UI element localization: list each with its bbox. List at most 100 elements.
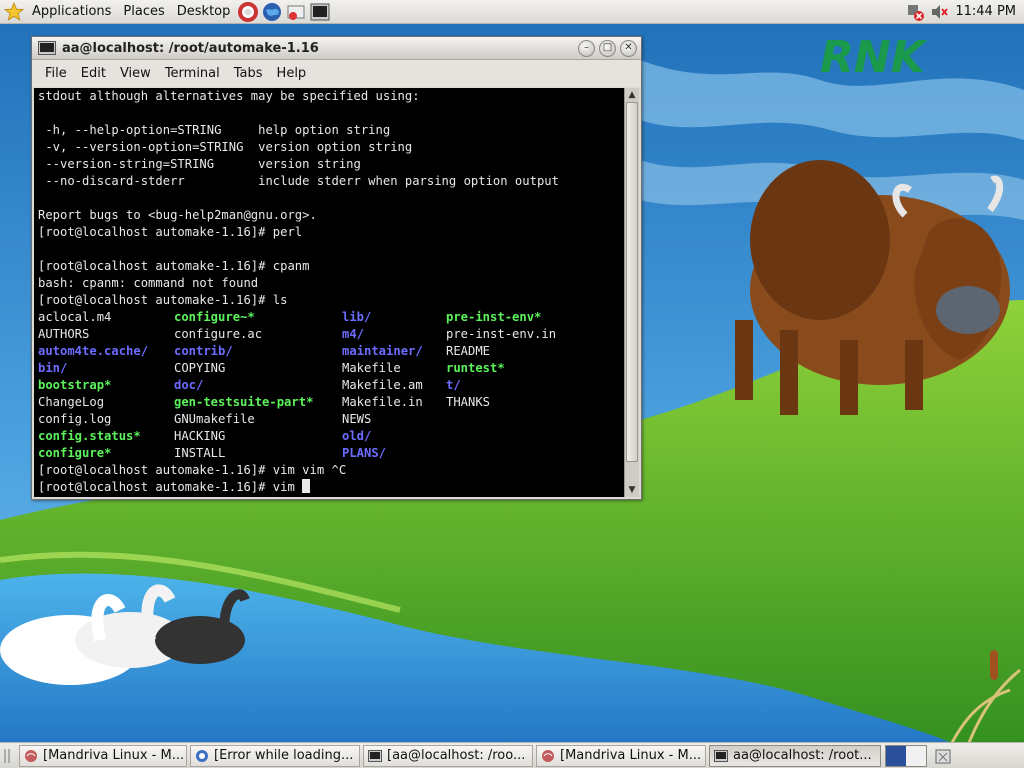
workspace-1[interactable] xyxy=(886,745,906,766)
ls-file-entry: config.log xyxy=(38,412,112,426)
ls-row: AUTHORS configure.ac m4/pre-inst-env.in xyxy=(38,326,624,343)
volume-muted-icon[interactable] xyxy=(929,2,949,22)
browser-icon xyxy=(542,749,554,762)
scrollbar-thumb[interactable] xyxy=(626,102,638,462)
help-lifebuoy-icon[interactable] xyxy=(238,1,259,22)
taskbar-button[interactable]: [Mandriva Linux - M... xyxy=(536,744,706,767)
menu-applications[interactable]: Applications xyxy=(26,0,117,24)
window-menubar: File Edit View Terminal Tabs Help xyxy=(32,60,641,87)
show-desktop-handle-icon[interactable] xyxy=(2,746,16,766)
workspace-2[interactable] xyxy=(906,745,926,766)
ls-file-entry: aclocal.m4 xyxy=(38,310,112,324)
menu-file[interactable]: File xyxy=(38,66,74,81)
taskbar-button[interactable]: [Mandriva Linux - M... xyxy=(19,744,187,767)
ls-row: ChangeLog gen-testsuite-part* Makefile.in T… xyxy=(38,394,624,411)
browser-icon xyxy=(25,749,37,762)
menu-edit[interactable]: Edit xyxy=(74,66,113,81)
scroll-down-arrow-icon[interactable]: ▼ xyxy=(625,483,639,497)
ls-directory-entry: t/ xyxy=(446,378,461,392)
terminal-window-icon[interactable] xyxy=(38,41,56,55)
ls-file-entry: pre-inst-env.in xyxy=(446,327,557,341)
ls-file-entry: INSTALL xyxy=(174,446,226,460)
ls-directory-entry: autom4te.cache/ xyxy=(38,344,149,358)
ls-file-entry: NEWS xyxy=(342,412,372,426)
menu-help[interactable]: Help xyxy=(270,66,314,81)
ls-row: configure* INSTALL PLANS/ xyxy=(38,445,624,462)
ls-file-entry: Makefile.in xyxy=(342,395,423,409)
terminal-line: -v, --version-option=STRING version opti… xyxy=(38,140,413,154)
prompt-text: [root@localhost automake-1.16]# vim xyxy=(38,480,303,494)
terminal-output[interactable]: stdout although alternatives may be spec… xyxy=(34,88,624,497)
menu-view[interactable]: View xyxy=(113,66,158,81)
star-menu-icon[interactable] xyxy=(4,1,24,22)
workspace-pager xyxy=(885,744,927,767)
terminal-line: -h, --help-option=STRING help option str… xyxy=(38,123,391,137)
terminal-line: [root@localhost automake-1.16]# cpanm xyxy=(38,259,310,273)
terminal-line: Report bugs to <bug-help2man@gnu.org>. xyxy=(38,208,317,222)
terminal-line: stdout although alternatives may be spec… xyxy=(38,89,420,103)
ls-executable-entry: config.status* xyxy=(38,429,141,443)
top-panel: Applications Places Desktop 11:44 PM xyxy=(0,0,1024,24)
terminal-line: [root@localhost automake-1.16]# perl xyxy=(38,225,303,239)
terminal-line: [root@localhost automake-1.16]# ls xyxy=(38,293,288,307)
terminal-line: --version-string=STRING version string xyxy=(38,157,361,171)
ls-row: autom4te.cache/contrib/maintainer/README xyxy=(38,343,624,360)
ls-executable-entry: pre-inst-env* xyxy=(446,310,542,324)
taskbar-button[interactable]: aa@localhost: /root... xyxy=(709,744,881,767)
ls-file-entry: configure.ac xyxy=(174,327,263,341)
text-cursor xyxy=(302,479,311,493)
panel-clock[interactable]: 11:44 PM xyxy=(951,4,1024,19)
minimize-button[interactable]: – xyxy=(578,39,595,57)
terminal-scrollbar[interactable]: ▲ ▼ xyxy=(624,88,639,497)
ls-directory-entry: maintainer/ xyxy=(342,344,423,358)
terminal-line: bash: cpanm: command not found xyxy=(38,276,259,290)
ls-file-entry: THANKS xyxy=(446,395,491,409)
ls-file-entry: AUTHORS xyxy=(38,327,90,341)
bottom-taskbar: [Mandriva Linux - M... [Error while loadi… xyxy=(0,742,1024,768)
wallpaper-logo: RNK xyxy=(820,32,928,83)
maximize-icon: □ xyxy=(602,42,613,53)
terminal-line: --no-discard-stderr include stderr when … xyxy=(38,174,559,188)
ls-directory-entry: PLANS/ xyxy=(342,446,387,460)
terminal-icon xyxy=(368,749,382,762)
ls-directory-entry: bin/ xyxy=(38,361,68,375)
ls-executable-entry: configure~* xyxy=(174,310,255,324)
taskbar-button[interactable]: [aa@localhost: /roo... xyxy=(363,744,533,767)
terminal-prompt-line[interactable]: [root@localhost automake-1.16]# vim xyxy=(38,479,624,496)
network-disconnected-icon[interactable] xyxy=(905,2,925,22)
ls-directory-entry: doc/ xyxy=(174,378,204,392)
taskbar-button-label: [aa@localhost: /roo... xyxy=(387,748,526,763)
terminal-launcher-icon[interactable] xyxy=(310,2,330,22)
ls-directory-entry: contrib/ xyxy=(174,344,233,358)
ls-row: bootstrap* doc/Makefile.am t/ xyxy=(38,377,624,394)
menu-desktop[interactable]: Desktop xyxy=(171,0,237,24)
trash-icon[interactable] xyxy=(933,746,953,766)
ls-row: aclocal.m4 configure~* lib/pre-inst-env* xyxy=(38,309,624,326)
ls-executable-entry: bootstrap* xyxy=(38,378,112,392)
menu-places[interactable]: Places xyxy=(117,0,170,24)
mail-client-icon[interactable] xyxy=(286,2,306,22)
terminal-line: [root@localhost automake-1.16]# vim vim … xyxy=(38,463,347,477)
ls-executable-entry: gen-testsuite-part* xyxy=(174,395,314,409)
ls-file-entry: ChangeLog xyxy=(38,395,105,409)
menu-tabs[interactable]: Tabs xyxy=(227,66,270,81)
dialog-icon xyxy=(196,749,208,762)
ls-file-entry: GNUmakefile xyxy=(174,412,255,426)
ls-file-entry: Makefile xyxy=(342,361,401,375)
menu-terminal[interactable]: Terminal xyxy=(158,66,227,81)
close-button[interactable]: ✕ xyxy=(620,39,637,57)
ls-file-entry: COPYING xyxy=(174,361,226,375)
window-title: aa@localhost: /root/automake-1.16 xyxy=(62,40,319,56)
scroll-up-arrow-icon[interactable]: ▲ xyxy=(625,88,639,102)
ls-directory-entry: m4/ xyxy=(342,327,365,341)
ls-file-entry: Makefile.am xyxy=(342,378,423,392)
window-titlebar[interactable]: aa@localhost: /root/automake-1.16 – □ ✕ xyxy=(32,37,641,60)
maximize-button[interactable]: □ xyxy=(599,39,616,57)
taskbar-button-label: [Mandriva Linux - M... xyxy=(560,748,702,763)
ls-row: config.log GNUmakefile NEWS xyxy=(38,411,624,428)
taskbar-button[interactable]: [Error while loading... xyxy=(190,744,360,767)
terminal-window: aa@localhost: /root/automake-1.16 – □ ✕ … xyxy=(31,36,642,500)
web-browser-icon[interactable] xyxy=(262,2,282,22)
